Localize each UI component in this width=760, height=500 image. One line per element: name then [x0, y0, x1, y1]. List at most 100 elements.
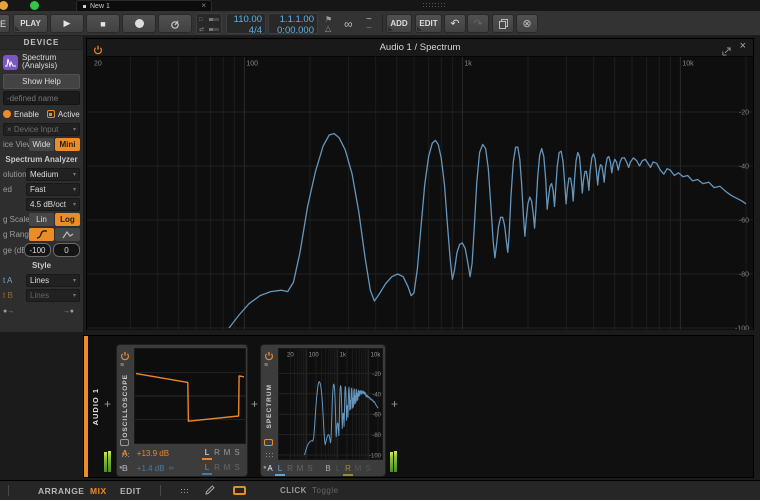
device-item[interactable]: Spectrum (Analysis)	[0, 52, 83, 72]
channel-M-toggle[interactable]: M	[222, 463, 232, 475]
delete-button[interactable]: ⊗	[516, 14, 538, 33]
resolution-dropdown[interactable]: Medium▾	[26, 168, 80, 181]
add-device-slot[interactable]: +	[104, 398, 111, 410]
speed-dropdown[interactable]: Fast▾	[26, 183, 80, 196]
metronome-icon[interactable]: △	[325, 25, 331, 33]
channel-R-toggle[interactable]: R	[212, 448, 222, 460]
db-tick-label: -20	[739, 110, 749, 117]
detach-window-icon[interactable]	[722, 43, 731, 61]
channel-L-toggle[interactable]: L	[333, 464, 343, 476]
note-meter	[209, 18, 219, 21]
show-help-button[interactable]: Show Help	[3, 74, 80, 89]
input-b-toggle[interactable]: B	[323, 464, 333, 476]
track-name-label[interactable]: AUDIO 1	[89, 336, 102, 477]
range-min-input[interactable]: -100	[24, 243, 51, 257]
channel-L-toggle[interactable]: L	[202, 463, 212, 475]
edit-button[interactable]: EDIT	[415, 14, 442, 33]
oscilloscope-screen[interactable]	[134, 348, 246, 444]
input-a-toggle[interactable]: A	[265, 464, 275, 476]
input-a-gain[interactable]: +13.9 dB	[137, 449, 169, 458]
add-device-slot[interactable]: +	[391, 398, 398, 410]
mix-view-button[interactable]: MIX	[90, 486, 107, 496]
channel-S-toggle[interactable]: S	[232, 448, 242, 460]
tempo-display[interactable]: 110.00 4/4	[226, 13, 266, 34]
snap-settings-icon[interactable]	[180, 488, 189, 495]
slope-dropdown[interactable]: 4.5 dB/oct▾	[26, 198, 80, 211]
position-bars[interactable]: 1.1.1.00	[269, 14, 317, 25]
drag-dots-icon[interactable]	[265, 452, 273, 458]
device-name-input[interactable]: -defined name	[3, 91, 80, 105]
time-signature[interactable]: 4/4	[227, 25, 265, 36]
channel-R-toggle[interactable]: R	[343, 464, 353, 476]
zoom-traffic-light-icon[interactable]	[30, 1, 39, 10]
input-b-gain[interactable]: +1.4 dB	[137, 464, 165, 473]
position-display[interactable]: 1.1.1.00 0:00.000	[268, 13, 318, 34]
channel-S-toggle[interactable]: S	[232, 463, 242, 475]
view-wide-button[interactable]: Wide	[29, 138, 54, 151]
minimize-traffic-light-icon[interactable]	[0, 1, 8, 10]
range-manual-button[interactable]	[55, 228, 80, 241]
mini-display-toggle-icon[interactable]	[233, 486, 246, 495]
scale-log-button[interactable]: Log	[55, 213, 80, 226]
speed-label: ed	[3, 185, 26, 194]
stop-button[interactable]: ■	[86, 14, 120, 33]
device-input-dropdown[interactable]: × Device Input▾	[3, 123, 80, 136]
mini-spectrum-screen[interactable]: -20-40-60-80-100201001k10k	[278, 348, 383, 460]
channel-R-toggle[interactable]: R	[212, 463, 222, 475]
db-tick-label: -60	[372, 413, 381, 419]
play-button[interactable]: ▶	[50, 14, 84, 33]
channel-M-toggle[interactable]: M	[295, 464, 305, 476]
range-auto-button[interactable]	[29, 228, 54, 241]
automation-write-button[interactable]	[158, 14, 192, 33]
automation-curve-dim-icon[interactable]: ~	[366, 24, 372, 34]
close-window-icon[interactable]: ×	[740, 40, 746, 52]
loop-icon[interactable]: ∞	[344, 18, 353, 30]
input-b-style-dropdown[interactable]: Lines▾	[26, 289, 80, 302]
record-button[interactable]	[122, 14, 156, 33]
channel-S-toggle[interactable]: S	[305, 464, 315, 476]
clipped-button[interactable]: E	[0, 14, 10, 33]
input-a-style-dropdown[interactable]: Lines▾	[26, 274, 80, 287]
tempo-value[interactable]: 110.00	[227, 14, 265, 25]
output-routing-icon[interactable]: →●	[63, 308, 74, 315]
copy-button[interactable]	[492, 14, 514, 33]
device-notes-icon[interactable]: ≡	[120, 362, 124, 369]
tool-pen-icon[interactable]	[205, 485, 215, 497]
drag-handle-icon[interactable]	[422, 2, 446, 9]
channel-S-toggle[interactable]: S	[363, 464, 373, 476]
bitwig-window: New 1 × E PLAY ▶ ■ □ ⇄ 110.00 4/4 1.1.1.…	[0, 0, 760, 500]
punch-in-icon[interactable]: ⚑	[325, 16, 332, 24]
position-time[interactable]: 0:00.000	[269, 25, 317, 36]
channel-L-toggle[interactable]: L	[202, 448, 212, 460]
input-a-label[interactable]: A	[122, 449, 128, 458]
scale-lin-button[interactable]: Lin	[29, 213, 54, 226]
spectrum-device[interactable]: ≡ SPECTRUM ●→ -20-40-60-80-100201001k10k…	[260, 344, 386, 477]
device-notes-icon[interactable]: ≡	[264, 362, 268, 369]
input-b-label[interactable]: B	[122, 464, 128, 473]
edit-view-button[interactable]: EDIT	[120, 486, 141, 496]
display-mode-icon[interactable]	[120, 439, 129, 446]
oscilloscope-device[interactable]: ≡ OSCILLOSCOPE ●→ A +13.9 dB LRMS B +1.4…	[116, 344, 248, 477]
undo-button[interactable]: ↶	[444, 14, 466, 33]
arrange-view-button[interactable]: ARRANGE	[38, 486, 84, 496]
display-mode-icon[interactable]	[264, 439, 273, 446]
range-max-input[interactable]: 0	[53, 243, 80, 257]
redo-button[interactable]: ↷	[467, 14, 489, 33]
channel-M-toggle[interactable]: M	[222, 448, 232, 460]
add-device-slot[interactable]: +	[251, 398, 258, 410]
spectrum-plugin-window: Audio 1 / Spectrum × -20-40-60-80-100201…	[86, 38, 754, 330]
channel-L-toggle[interactable]: L	[275, 464, 285, 476]
channel-R-toggle[interactable]: R	[285, 464, 295, 476]
tab-close-icon[interactable]: ×	[201, 2, 206, 10]
plugin-window-header[interactable]: Audio 1 / Spectrum ×	[87, 39, 753, 57]
channel-M-toggle[interactable]: M	[353, 464, 363, 476]
active-toggle-icon[interactable]	[47, 110, 55, 118]
input-routing-icon[interactable]: ●→	[3, 308, 14, 315]
play-mode-button[interactable]: PLAY	[13, 14, 48, 33]
link-icon[interactable]: ∞	[169, 465, 174, 472]
project-tab[interactable]: New 1 ×	[76, 0, 212, 11]
device-view-label: ice View	[3, 140, 29, 149]
view-mini-button[interactable]: Mini	[55, 138, 80, 151]
add-button[interactable]: ADD	[386, 14, 412, 33]
enable-toggle-icon[interactable]	[3, 110, 11, 118]
